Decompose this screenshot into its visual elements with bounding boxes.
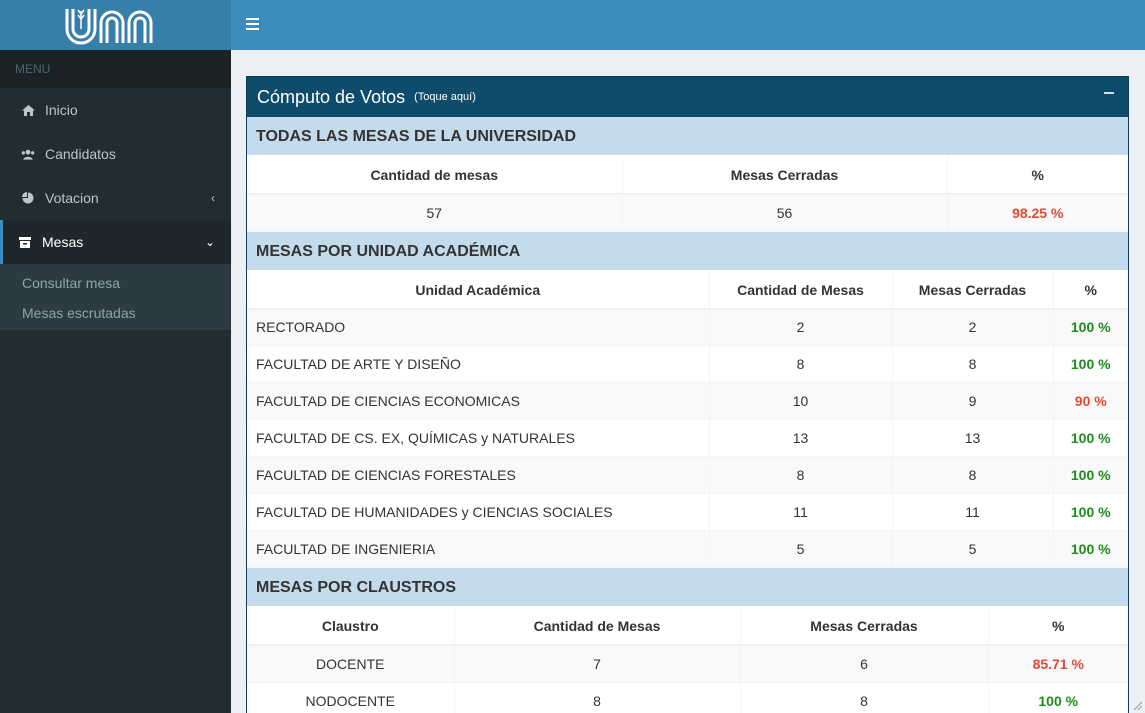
table-header: Cantidad de Mesas: [454, 608, 741, 646]
table-cell: 2: [709, 308, 893, 346]
table-cell: 6: [740, 645, 989, 683]
sidebar-item-label: Candidatos: [45, 146, 116, 162]
percent-cell: 85.71 %: [988, 645, 1128, 683]
percent-cell: 100 %: [1053, 308, 1128, 346]
sidebar-item-candidatos[interactable]: Candidatos: [0, 132, 231, 176]
computo-box: Cómputo de Votos (Toque aquí) TODAS LAS …: [246, 76, 1129, 713]
percent-cell: 100 %: [1053, 419, 1128, 457]
table-header: %: [947, 157, 1128, 195]
table-cell: 8: [454, 682, 741, 713]
table-cell: 57: [247, 194, 623, 232]
table-row: FACULTAD DE HUMANIDADES y CIENCIAS SOCIA…: [247, 493, 1128, 531]
table-header: Mesas Cerradas: [622, 157, 948, 195]
percent-cell: 90 %: [1053, 382, 1128, 420]
percent-cell: 100 %: [1053, 345, 1128, 383]
table-cell: FACULTAD DE CIENCIAS ECONOMICAS: [247, 382, 710, 420]
sidebar-item-label: Mesas: [42, 234, 84, 250]
table-cell: 11: [892, 493, 1054, 531]
resize-grip-icon[interactable]: [1133, 701, 1143, 711]
users-icon: [21, 147, 35, 161]
table-total: Cantidad de mesas Mesas Cerradas % 57 56…: [247, 157, 1128, 232]
table-cell: FACULTAD DE CIENCIAS FORESTALES: [247, 456, 710, 494]
top-navbar: [231, 0, 1145, 50]
table-cell: FACULTAD DE ARTE Y DISEÑO: [247, 345, 710, 383]
table-cell: FACULTAD DE CS. EX, QUÍMICAS y NATURALES: [247, 419, 710, 457]
table-cell: DOCENTE: [247, 645, 455, 683]
table-cell: 5: [892, 530, 1054, 568]
table-claustros: Claustro Cantidad de Mesas Mesas Cerrada…: [247, 608, 1128, 713]
table-header: Cantidad de Mesas: [709, 271, 893, 310]
table-row: FACULTAD DE CS. EX, QUÍMICAS y NATURALES…: [247, 419, 1128, 457]
percent-cell: 100 %: [1053, 493, 1128, 531]
table-row: FACULTAD DE INGENIERIA 5 5 100 %: [247, 530, 1128, 568]
percent-cell: 100 %: [1053, 456, 1128, 494]
hamburger-menu-icon[interactable]: [246, 18, 259, 30]
table-row: 57 56 98.25 %: [247, 194, 1128, 232]
table-cell: NODOCENTE: [247, 682, 455, 713]
table-cell: 9: [892, 382, 1054, 420]
section-title-claustros: MESAS POR CLAUSTROS: [247, 568, 1128, 608]
table-cell: 8: [892, 456, 1054, 494]
table-cell: RECTORADO: [247, 308, 710, 346]
table-row: FACULTAD DE ARTE Y DISEÑO 8 8 100 %: [247, 345, 1128, 383]
chevron-left-icon: ‹: [211, 191, 215, 205]
chevron-down-icon: ⌄: [204, 235, 215, 249]
table-row: RECTORADO 2 2 100 %: [247, 308, 1128, 346]
percent-cell: 98.25 %: [947, 194, 1128, 232]
box-hint: (Toque aquí): [414, 91, 476, 103]
table-cell: 10: [709, 382, 893, 420]
table-cell: 13: [892, 419, 1054, 457]
home-icon: [21, 103, 35, 117]
table-cell: 8: [740, 682, 989, 713]
table-header: Mesas Cerradas: [892, 271, 1054, 310]
percent-cell: 100 %: [1053, 530, 1128, 568]
table-cell: 2: [892, 308, 1054, 346]
box-title: Cómputo de Votos: [257, 86, 406, 107]
sidebar-item-label: Inicio: [45, 102, 78, 118]
submenu-item-consultar-mesa[interactable]: Consultar mesa: [0, 268, 231, 298]
box-header[interactable]: Cómputo de Votos (Toque aquí): [247, 77, 1128, 117]
table-row: NODOCENTE 8 8 100 %: [247, 682, 1128, 713]
sidebar-item-label: Votacion: [45, 190, 99, 206]
table-row: DOCENTE 7 6 85.71 %: [247, 645, 1128, 683]
table-row: FACULTAD DE CIENCIAS FORESTALES 8 8 100 …: [247, 456, 1128, 494]
sidebar: MENU Inicio Candidatos Votacion ‹ Mesas …: [0, 50, 231, 713]
section-title-unidad: MESAS POR UNIDAD ACADÉMICA: [247, 231, 1128, 272]
submenu-item-mesas-escrutadas[interactable]: Mesas escrutadas: [0, 298, 231, 328]
table-header: %: [1053, 271, 1128, 310]
table-header: Cantidad de mesas: [247, 157, 623, 195]
table-cell: FACULTAD DE INGENIERIA: [247, 530, 710, 568]
table-header: Claustro: [247, 608, 455, 646]
table-icon: [18, 235, 32, 249]
table-header: Mesas Cerradas: [740, 608, 989, 646]
collapse-icon[interactable]: [1104, 92, 1114, 94]
table-row: FACULTAD DE CIENCIAS ECONOMICAS 10 9 90 …: [247, 382, 1128, 420]
table-cell: 11: [709, 493, 893, 531]
sidebar-item-mesas[interactable]: Mesas ⌄: [0, 220, 231, 264]
table-cell: 8: [709, 345, 893, 383]
section-title-total: TODAS LAS MESAS DE LA UNIVERSIDAD: [247, 117, 1128, 157]
table-unidad: Unidad Académica Cantidad de Mesas Mesas…: [247, 271, 1128, 568]
submenu-mesas: Consultar mesa Mesas escrutadas: [0, 264, 231, 330]
table-cell: 13: [709, 419, 893, 457]
table-cell: 8: [709, 456, 893, 494]
table-cell: 56: [622, 194, 948, 232]
table-header: %: [988, 608, 1128, 646]
sidebar-item-inicio[interactable]: Inicio: [0, 88, 231, 132]
unam-logo: [65, 9, 152, 45]
menu-header: MENU: [0, 50, 231, 88]
sidebar-item-votacion[interactable]: Votacion ‹: [0, 176, 231, 220]
percent-cell: 100 %: [988, 682, 1128, 713]
logo-area[interactable]: [0, 0, 231, 50]
pie-chart-icon: [21, 191, 35, 205]
table-cell: 8: [892, 345, 1054, 383]
table-cell: FACULTAD DE HUMANIDADES y CIENCIAS SOCIA…: [247, 493, 710, 531]
table-cell: 7: [454, 645, 741, 683]
table-header: Unidad Académica: [247, 271, 710, 310]
table-cell: 5: [709, 530, 893, 568]
